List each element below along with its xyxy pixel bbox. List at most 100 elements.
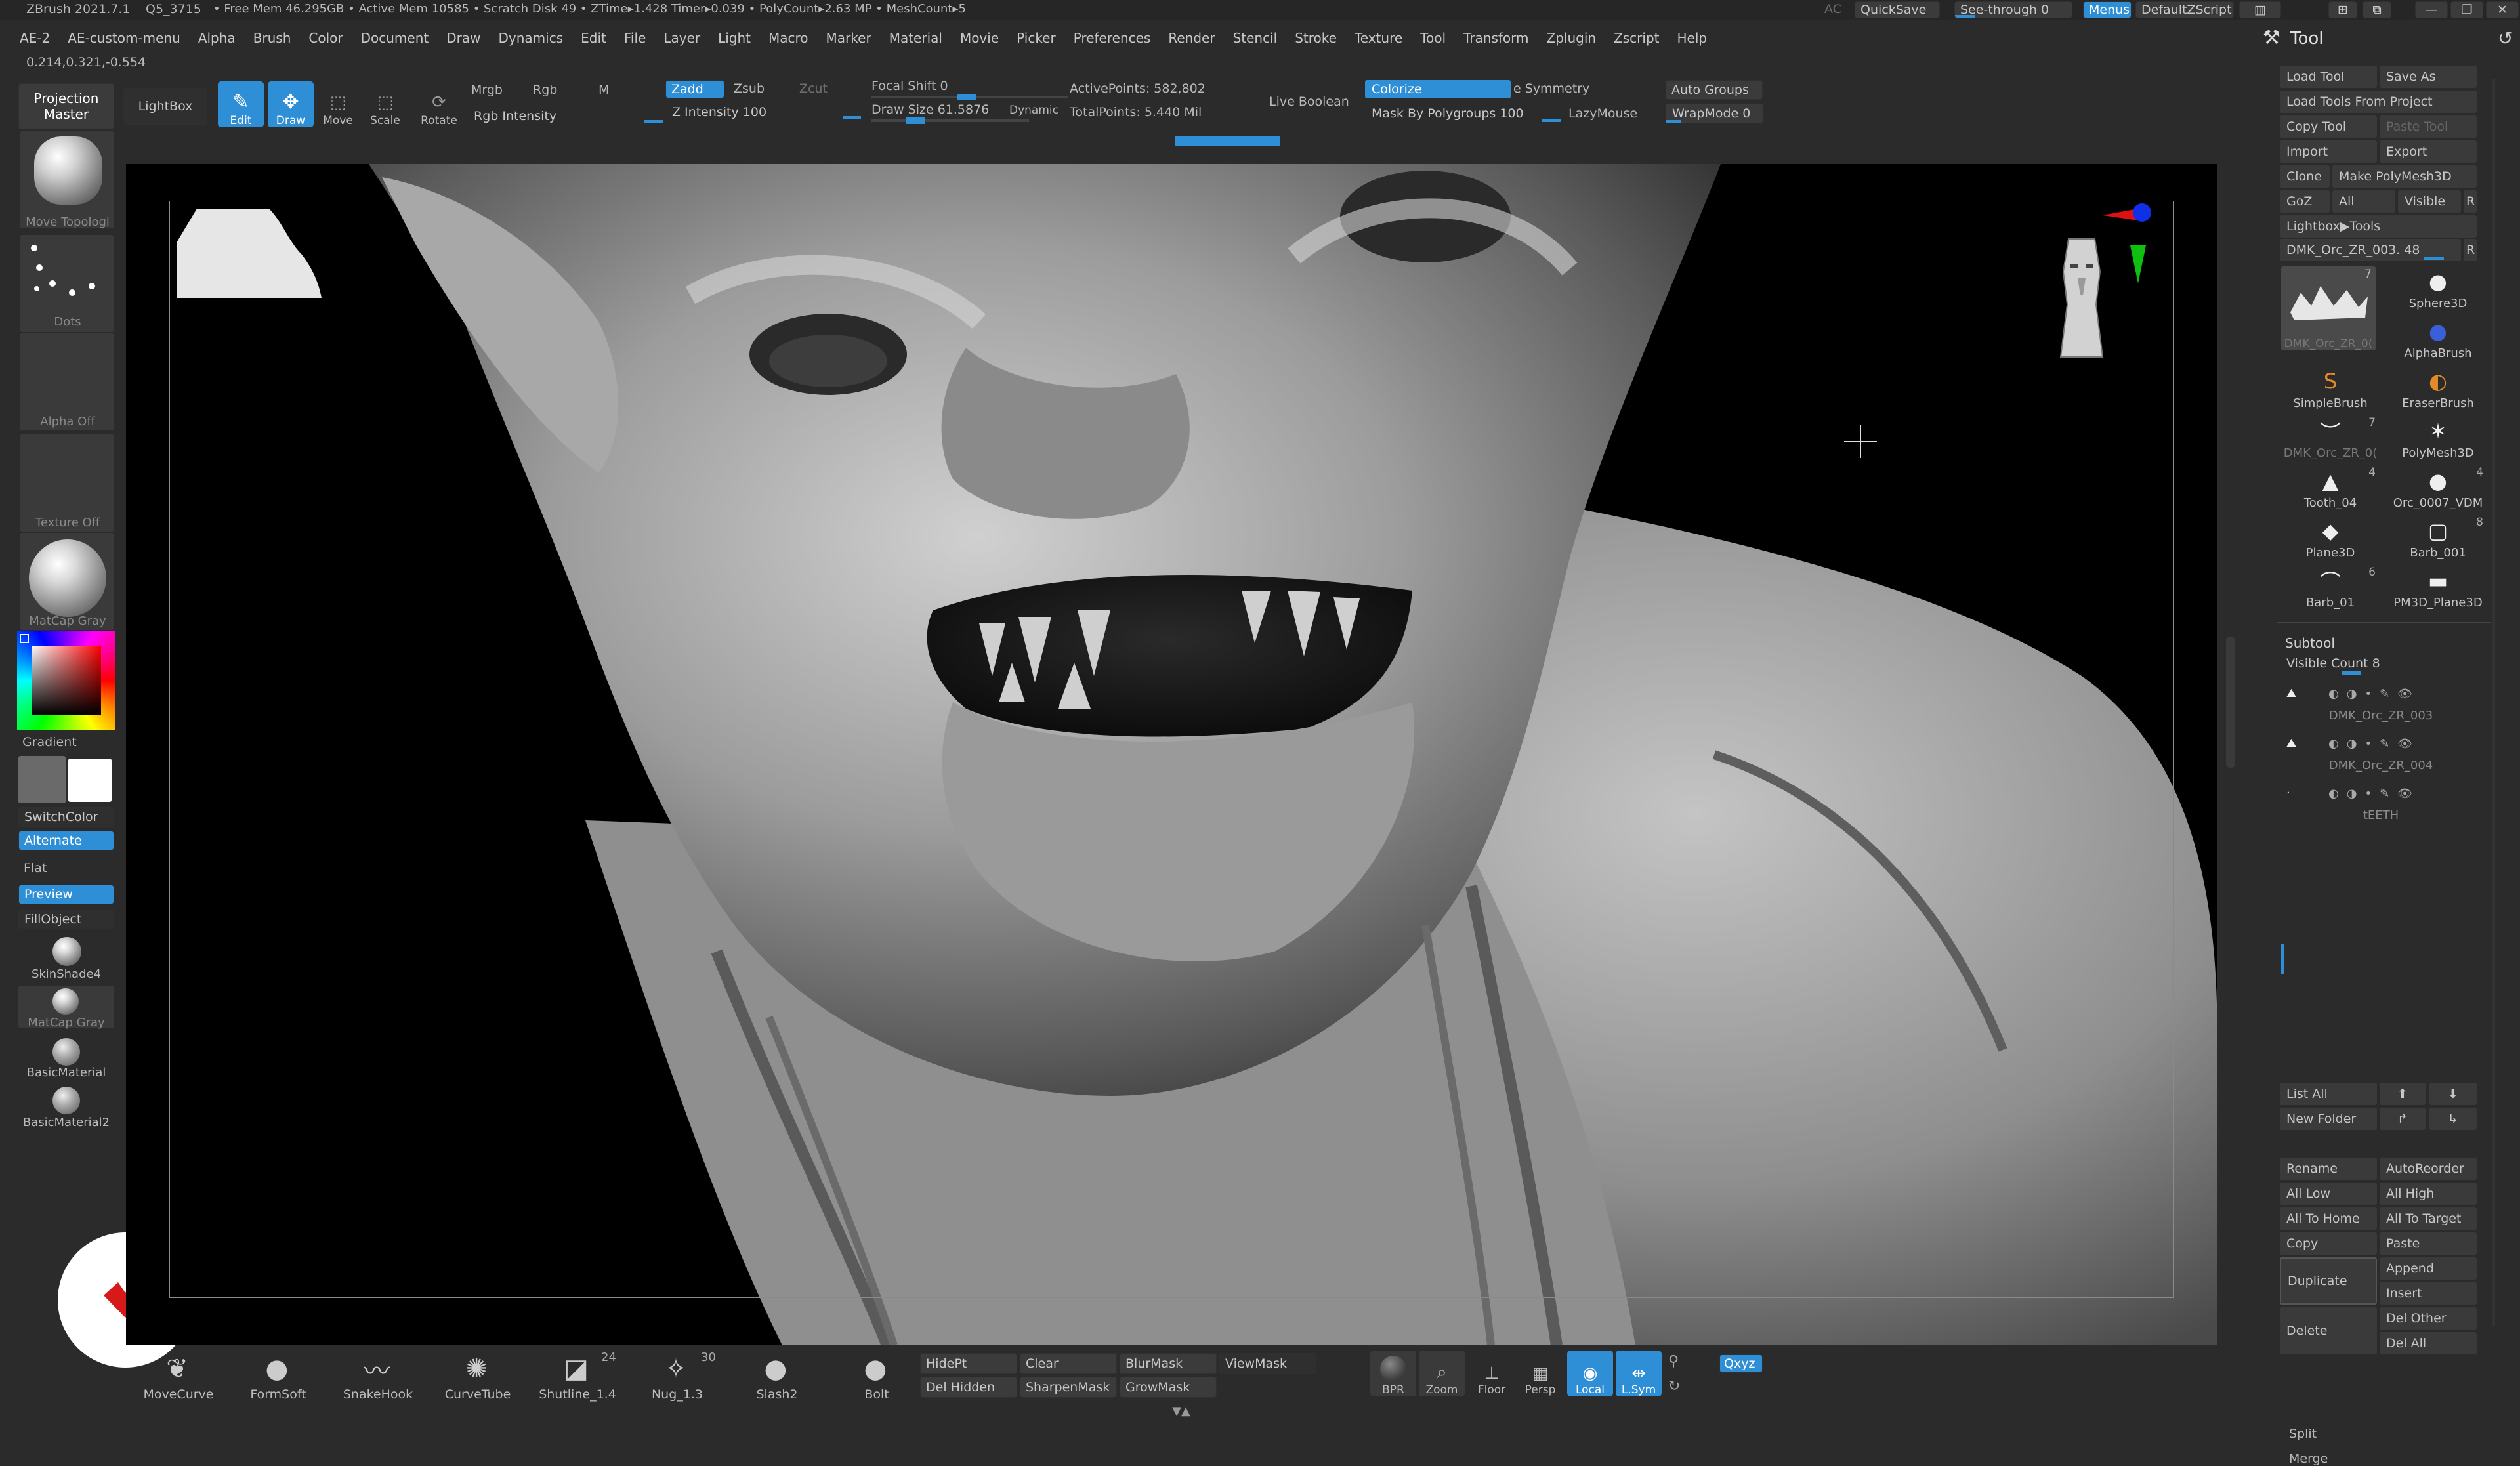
symmetry-label[interactable]: e Symmetry — [1513, 81, 1589, 96]
tool-thumb-sphere3d[interactable]: ● Sphere3D — [2389, 266, 2487, 314]
brush-movecurve[interactable]: ❦ MoveCurve — [133, 1348, 224, 1414]
rename-button[interactable]: Rename — [2280, 1158, 2377, 1180]
brush-toggle-icon[interactable]: ✎ — [2380, 737, 2389, 751]
see-through-slider[interactable]: See-through 0 — [1954, 1, 2072, 18]
material-toggle-icon[interactable]: ◑ — [2347, 687, 2357, 701]
menu-color[interactable]: Color — [308, 30, 343, 46]
sharpenmask-button[interactable]: SharpenMask — [1020, 1377, 1117, 1398]
main-color-swatch[interactable] — [18, 756, 66, 803]
tool-thumb-polymesh3d[interactable]: ✶ PolyMesh3D — [2389, 416, 2487, 463]
xyz-button[interactable]: Qxyz — [1719, 1354, 1763, 1373]
move-topology-brush-slot[interactable] — [20, 131, 114, 228]
menu-zscript[interactable]: Zscript — [1614, 30, 1659, 46]
goz-r-button[interactable]: R — [2464, 190, 2477, 213]
maximize-icon[interactable]: ❐ — [2450, 1, 2483, 18]
tool-thumb-dmk-orc-zr-0-[interactable]: ︶ 7 DMK_Orc_ZR_0( — [2281, 416, 2380, 463]
merge-button[interactable]: Merge — [2289, 1452, 2328, 1466]
brush-formsoft[interactable]: ● FormSoft — [232, 1348, 324, 1414]
goz-button[interactable]: GoZ — [2280, 190, 2330, 213]
menu-picker[interactable]: Picker — [1017, 30, 1056, 46]
brush-toggle-icon[interactable]: ✎ — [2380, 687, 2389, 701]
eye-icon[interactable]: 👁 — [2397, 687, 2412, 701]
blurmask-button[interactable]: BlurMask — [1120, 1353, 1217, 1374]
clone-button[interactable]: Clone — [2280, 165, 2330, 188]
duplicate-button[interactable]: Duplicate — [2280, 1257, 2377, 1305]
preview-button[interactable]: Preview — [18, 885, 114, 904]
menu-macro[interactable]: Macro — [768, 30, 808, 46]
layout-icon-b[interactable]: ⊞ — [2328, 1, 2357, 18]
mask-by-polygroups-slider[interactable]: Mask By Polygroups 100 — [1365, 104, 1562, 123]
save-as-button[interactable]: Save As — [2380, 66, 2477, 88]
panel-refresh-icon[interactable]: ↺ — [2498, 28, 2513, 49]
rgb-toggle[interactable]: Rgb — [533, 83, 557, 97]
rotate-mode-button[interactable]: ⟳ Rotate — [416, 81, 462, 127]
lightbox-button[interactable]: LightBox — [123, 88, 207, 125]
brush-toggle-icon[interactable]: ✎ — [2380, 787, 2389, 801]
growmask-button[interactable]: GrowMask — [1120, 1377, 1217, 1398]
tool-thumb-simplebrush[interactable]: S SimpleBrush — [2281, 366, 2380, 413]
viewport-right-scroll[interactable] — [2226, 637, 2235, 768]
floor-button[interactable]: ⊥ Floor — [1469, 1351, 1515, 1396]
current-tool-slider[interactable]: DMK_Orc_ZR_003. 48 — [2280, 239, 2461, 261]
zadd-button[interactable]: Zadd — [665, 80, 724, 98]
menu-stencil[interactable]: Stencil — [1233, 30, 1278, 46]
append-button[interactable]: Append — [2380, 1257, 2477, 1280]
menu-ae-2[interactable]: AE-2 — [20, 30, 50, 46]
move-down-button[interactable]: ⬇ — [2429, 1083, 2477, 1105]
viewmask-button[interactable]: ViewMask — [1219, 1353, 1316, 1374]
tool-thumb-barb-01[interactable]: ⌒ 6 Barb_01 — [2281, 566, 2380, 613]
polypaint-toggle-icon[interactable]: ◐ — [2328, 737, 2339, 751]
eye-icon[interactable]: 👁 — [2397, 787, 2412, 801]
brush-shutline-1-4[interactable]: ◪ 24 Shutline_1.4 — [532, 1348, 623, 1414]
projection-master-button[interactable]: Projection Master — [18, 83, 114, 129]
close-icon[interactable]: ✕ — [2486, 1, 2519, 18]
lightbox-tools-button[interactable]: Lightbox▶Tools — [2280, 215, 2477, 238]
import-button[interactable]: Import — [2280, 140, 2377, 163]
load-tools-from-project-button[interactable]: Load Tools From Project — [2280, 91, 2477, 113]
menu-movie[interactable]: Movie — [960, 30, 999, 46]
all-low-button[interactable]: All Low — [2280, 1183, 2377, 1205]
eye-icon[interactable]: 👁 — [2397, 737, 2412, 751]
dot-icon[interactable]: • — [2364, 687, 2372, 701]
subtool-row[interactable]: ⛰ ◐ ◑ • ✎ 👁 DMK_Orc_ZR_004 — [2282, 732, 2479, 780]
brush-snakehook[interactable]: 〰 SnakeHook — [332, 1348, 424, 1414]
menu-help[interactable]: Help — [1677, 30, 1708, 46]
bottom-shelf-handle-icon[interactable]: ▼▲ — [1168, 1404, 1194, 1418]
focal-shift-slider[interactable] — [872, 94, 1068, 100]
rgb-intensity-slider[interactable]: Rgb Intensity — [467, 106, 664, 126]
menu-zplugin[interactable]: Zplugin — [1547, 30, 1597, 46]
brush-nug-1-3[interactable]: ✧ 30 Nug_1.3 — [631, 1348, 723, 1414]
zcut-button[interactable]: Zcut — [799, 81, 828, 96]
hidept-button[interactable]: HidePt — [920, 1353, 1017, 1374]
menu-ae-custom-menu[interactable]: AE-custom-menu — [68, 30, 180, 46]
material-toggle-icon[interactable]: ◑ — [2347, 787, 2357, 801]
menu-alpha[interactable]: Alpha — [198, 30, 236, 46]
draw-size-slider[interactable] — [872, 117, 1029, 124]
switchcolor-button[interactable]: SwitchColor — [18, 807, 114, 827]
polypaint-toggle-icon[interactable]: ◐ — [2328, 687, 2339, 701]
layout-icon-c[interactable]: ⧉ — [2362, 1, 2391, 18]
fillobject-button[interactable]: FillObject — [18, 910, 114, 929]
secondary-color-swatch[interactable] — [68, 759, 112, 802]
menu-texture[interactable]: Texture — [1354, 30, 1402, 46]
right-panel-scrollbar[interactable] — [2492, 79, 2495, 1326]
color-picker[interactable] — [17, 631, 116, 730]
menu-transform[interactable]: Transform — [1463, 30, 1528, 46]
lazymouse-toggle[interactable]: LazyMouse — [1568, 106, 1637, 121]
insert-button[interactable]: Insert — [2380, 1282, 2477, 1305]
tool-thumb-active[interactable]: 7 DMK_Orc_ZR_0( — [2281, 266, 2376, 350]
zsub-button[interactable]: Zsub — [734, 81, 765, 96]
del-hidden-button[interactable]: Del Hidden — [920, 1377, 1017, 1398]
navigator-thumbnail[interactable] — [171, 202, 335, 298]
all-high-button[interactable]: All High — [2380, 1183, 2477, 1205]
color-square[interactable] — [32, 646, 101, 715]
basicmaterial-icon[interactable] — [52, 1038, 80, 1066]
current-tool-r-button[interactable]: R — [2464, 239, 2477, 261]
polypaint-toggle-icon[interactable]: ◐ — [2328, 787, 2339, 801]
visible-count-slider[interactable]: Visible Count 8 — [2281, 655, 2477, 675]
export-button[interactable]: Export — [2380, 140, 2477, 163]
menu-dynamics[interactable]: Dynamics — [499, 30, 564, 46]
menu-tool[interactable]: Tool — [1420, 30, 1446, 46]
move-up-button[interactable]: ⬆ — [2380, 1083, 2426, 1105]
subtool-row[interactable]: · ◐ ◑ • ✎ 👁 tEETH — [2282, 782, 2479, 829]
